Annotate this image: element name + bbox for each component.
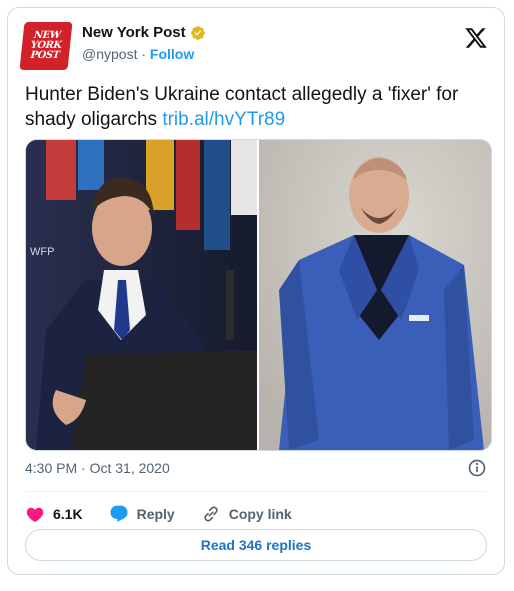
avatar[interactable]: NEW YORK POST <box>19 22 73 70</box>
follow-button[interactable]: Follow <box>150 46 194 62</box>
svg-text:WFP: WFP <box>30 246 54 258</box>
reply-button[interactable]: Reply <box>109 504 175 524</box>
like-button[interactable]: 6.1K <box>25 504 83 524</box>
likes-count: 6.1K <box>53 506 83 522</box>
avatar-line-3: POST <box>29 50 61 61</box>
reply-bubble-icon <box>110 505 128 522</box>
tweet-media[interactable]: WFP <box>25 139 492 451</box>
read-replies-label: Read 346 replies <box>200 537 312 553</box>
separator: · <box>141 46 147 62</box>
divider <box>25 491 487 492</box>
copy-link-label: Copy link <box>228 506 292 522</box>
suit-photo-art <box>259 140 491 450</box>
account-handle[interactable]: @nypost <box>82 46 137 62</box>
account-name[interactable]: New York Post <box>82 24 186 41</box>
tweet-card: NEW YORK POST New York Post @nypost · Fo… <box>7 7 505 575</box>
copy-link-button[interactable]: Copy link <box>201 504 292 524</box>
x-logo-icon[interactable] <box>464 26 488 50</box>
tweet-text: Hunter Biden's Ukraine contact allegedly… <box>25 82 495 132</box>
handle-line: @nypost · Follow <box>82 46 194 62</box>
tweet-link[interactable]: trib.al/hvYTr89 <box>162 109 285 130</box>
read-replies-button[interactable]: Read 346 replies <box>25 529 487 561</box>
reply-label: Reply <box>136 506 175 522</box>
photo-man-blue-suit[interactable] <box>257 140 491 450</box>
verified-badge-icon <box>190 25 205 40</box>
info-icon[interactable] <box>467 458 487 478</box>
tweet-header: NEW YORK POST New York Post @nypost · Fo… <box>19 22 490 70</box>
heart-icon <box>26 507 44 522</box>
link-icon <box>204 506 218 522</box>
photo-speaker-at-podium[interactable]: WFP <box>26 140 257 450</box>
name-line: New York Post <box>82 24 206 41</box>
tweet-timestamp[interactable]: 4:30 PM · Oct 31, 2020 <box>25 460 170 476</box>
tweet-actions: 6.1K Reply Copy link <box>25 502 318 526</box>
speaker-photo-art: WFP <box>26 140 257 450</box>
